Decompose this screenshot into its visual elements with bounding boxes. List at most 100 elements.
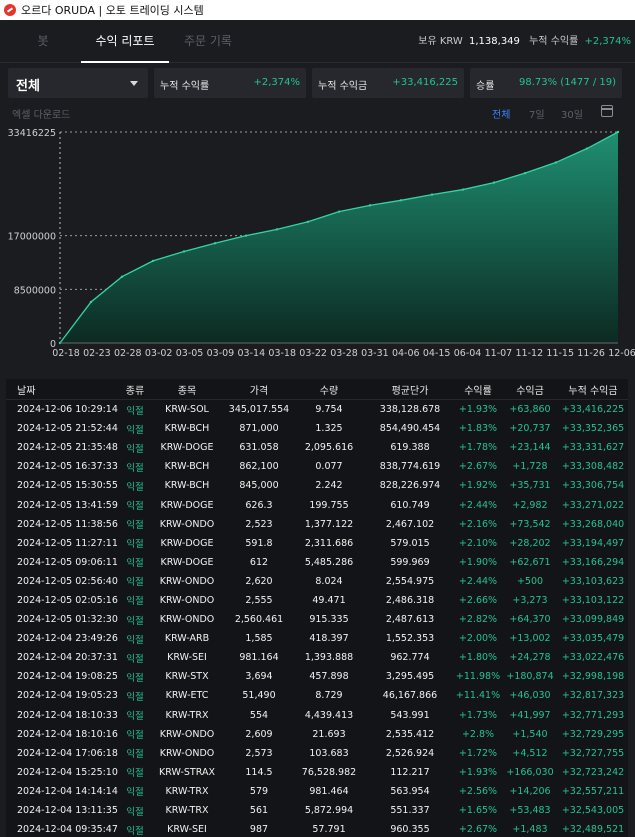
table-cell: 익절 [126, 749, 144, 761]
table-cell: 1,393.888 [304, 652, 354, 664]
table-cell: 591.8 [245, 537, 273, 549]
market-select[interactable]: 전체 [8, 68, 148, 98]
stat-value: 98.73% (1477 / 19) [518, 77, 616, 88]
table-cell: 2024-12-05 16:37:33 [17, 461, 118, 473]
table-row[interactable]: 2024-12-05 15:30:55 익절 KRW-BCH 845,000 2.242… [6, 476, 628, 495]
calendar-icon[interactable] [601, 105, 613, 117]
table-cell: 838,774.619 [379, 461, 441, 473]
table-row[interactable]: 2024-12-05 16:37:33 익절 KRW-BCH 862,100 0.077… [6, 457, 628, 476]
table-cell: 익절 [126, 615, 144, 627]
table-cell: 익절 [126, 539, 144, 551]
table-cell: +3,273 [512, 594, 548, 606]
table-cell: 626.3 [245, 499, 273, 511]
x-tick-label: 03-22 [299, 348, 327, 359]
table-cell: 2024-12-04 23:49:26 [17, 633, 118, 645]
table-cell: 5,872.994 [304, 805, 354, 817]
table-cell: +1.78% [458, 442, 498, 454]
table-header: 날짜 종류 종목 가격 수량 평균단가 수익률 수익금 누적 수익금 [6, 379, 628, 400]
stat-label: 승률 [476, 81, 495, 92]
table-cell: +1,483 [512, 824, 548, 836]
table-row[interactable]: 2024-12-04 17:06:18 익절 KRW-ONDO 2,573 103.68… [6, 744, 628, 763]
x-tick-label: 11-07 [485, 348, 513, 359]
table-cell: 2,555 [245, 594, 273, 606]
table-cell: 2024-12-04 09:35:47 [17, 824, 118, 836]
table-cell: 987 [249, 824, 269, 836]
period-7d[interactable]: 7일 [529, 106, 545, 121]
table-cell: +2.00% [458, 633, 498, 645]
table-row[interactable]: 2024-12-04 18:10:33 익절 KRW-TRX 554 4,439.413… [6, 706, 628, 725]
table-cell: 543.991 [390, 709, 430, 721]
table-cell: +62,671 [509, 556, 551, 568]
table-row[interactable]: 2024-12-05 11:38:56 익절 KRW-ONDO 2,523 1,377.… [6, 515, 628, 534]
table-cell: +500 [516, 575, 544, 587]
data-point [461, 188, 465, 191]
table-cell: +11.41% [455, 690, 501, 702]
table-cell: 0.077 [315, 461, 343, 473]
table-row[interactable]: 2024-12-04 15:25:10 익절 KRW-STRAX 114.5 76,52… [6, 763, 628, 782]
period-30d[interactable]: 30일 [561, 106, 583, 121]
tab-bot[interactable]: 봇 [10, 20, 76, 63]
table-row[interactable]: 2024-12-05 02:05:16 익절 KRW-ONDO 2,555 49.471… [6, 591, 628, 610]
table-row[interactable]: 2024-12-04 18:10:16 익절 KRW-ONDO 2,609 21.693… [6, 725, 628, 744]
table-cell: 익절 [126, 520, 144, 532]
table-cell: 익절 [126, 405, 144, 417]
table-row[interactable]: 2024-12-04 19:05:23 익절 KRW-ETC 51,490 8.729 4… [6, 686, 628, 705]
table-cell: KRW-ETC [165, 690, 209, 702]
table-cell: 8.024 [315, 575, 343, 587]
table-row[interactable]: 2024-12-04 19:08:25 익절 KRW-STX 3,694 457.898… [6, 667, 628, 686]
table-cell: +35,731 [509, 480, 551, 492]
data-point [523, 171, 527, 175]
table-row[interactable]: 2024-12-05 11:27:11 익절 KRW-DOGE 591.8 2,311.… [6, 534, 628, 553]
table-cell: 2,609 [245, 728, 273, 740]
table-cell: +1.65% [458, 805, 498, 817]
table-row[interactable]: 2024-12-04 09:35:47 익절 KRW-SEI 987 57.791 960… [6, 820, 628, 837]
table-cell: +1,540 [512, 728, 548, 740]
table-cell: KRW-DOGE [160, 556, 214, 568]
table-row[interactable]: 2024-12-05 09:06:11 익절 KRW-DOGE 612 5,485.28… [6, 553, 628, 572]
table-cell: +1,728 [512, 461, 548, 473]
data-point [399, 199, 403, 202]
table-cell: 익절 [126, 462, 144, 474]
excel-download-link[interactable]: 엑셀 다운로드 [12, 106, 70, 121]
table-cell: 46,167.866 [382, 690, 438, 702]
table-row[interactable]: 2024-12-04 13:11:35 익절 KRW-TRX 561 5,872.994… [6, 801, 628, 820]
filter-bar: 전체 누적 수익률 +2,374% 누적 수익금 +33,416,225 승률 … [0, 63, 635, 103]
table-row[interactable]: 2024-12-05 02:56:40 익절 KRW-ONDO 2,620 8.024 2… [6, 572, 628, 591]
table-row[interactable]: 2024-12-04 23:49:26 익절 KRW-ARB 1,585 418.397… [6, 629, 628, 648]
table-cell: 1,552.353 [385, 633, 435, 645]
table-cell: 3,295.495 [385, 671, 435, 683]
table-cell: 2024-12-04 19:05:23 [17, 690, 118, 702]
data-point [492, 181, 496, 184]
table-cell: 2024-12-05 11:27:11 [17, 537, 118, 549]
table-cell: +32,557,211 [561, 785, 625, 797]
x-tick-label: 03-31 [361, 348, 389, 359]
table-cell: 2024-12-05 01:32:30 [17, 614, 118, 626]
tab-profit-report[interactable]: 수익 리포트 [81, 20, 169, 63]
column-header: 수익금 [516, 385, 544, 397]
table-cell: KRW-ONDO [159, 728, 215, 740]
table-row[interactable]: 2024-12-05 13:41:59 익절 KRW-DOGE 626.3 199.75… [6, 495, 628, 514]
table-cell: +1.92% [458, 480, 498, 492]
table-row[interactable]: 2024-12-05 01:32:30 익절 KRW-ONDO 2,560.461 91… [6, 610, 628, 629]
trade-table: 날짜 종류 종목 가격 수량 평균단가 수익률 수익금 누적 수익금 2024-12-06 10… [6, 379, 628, 837]
x-tick-label: 12-06 [608, 348, 635, 359]
tab-order-history[interactable]: 주문 기록 [172, 20, 244, 63]
return-label: 누적 수익률 [529, 36, 579, 47]
y-tick-label: 8500000 [14, 285, 56, 296]
table-cell: 561 [249, 805, 269, 817]
table-cell: 49.471 [312, 594, 346, 606]
table-cell: 익절 [126, 653, 144, 665]
table-cell: +32,727,755 [561, 747, 625, 759]
table-cell: +13,002 [509, 633, 551, 645]
table-cell: +1.72% [458, 747, 498, 759]
table-row[interactable]: 2024-12-05 21:52:44 익절 KRW-BCH 871,000 1.325… [6, 419, 628, 438]
x-tick-label: 11-26 [577, 348, 605, 359]
table-cell: +14,206 [509, 785, 551, 797]
table-row[interactable]: 2024-12-04 20:37:31 익절 KRW-SEI 981.164 1,393… [6, 648, 628, 667]
x-tick-label: 02-23 [83, 348, 111, 359]
table-row[interactable]: 2024-12-05 21:35:48 익절 KRW-DOGE 631.058 2,09… [6, 438, 628, 457]
period-all[interactable]: 전체 [492, 106, 510, 121]
table-cell: 8.729 [315, 690, 343, 702]
table-row[interactable]: 2024-12-04 14:14:14 익절 KRW-TRX 579 981.464 56… [6, 782, 628, 801]
table-row[interactable]: 2024-12-06 10:29:14 익절 KRW-SOL 345,017.554 9… [6, 400, 628, 419]
